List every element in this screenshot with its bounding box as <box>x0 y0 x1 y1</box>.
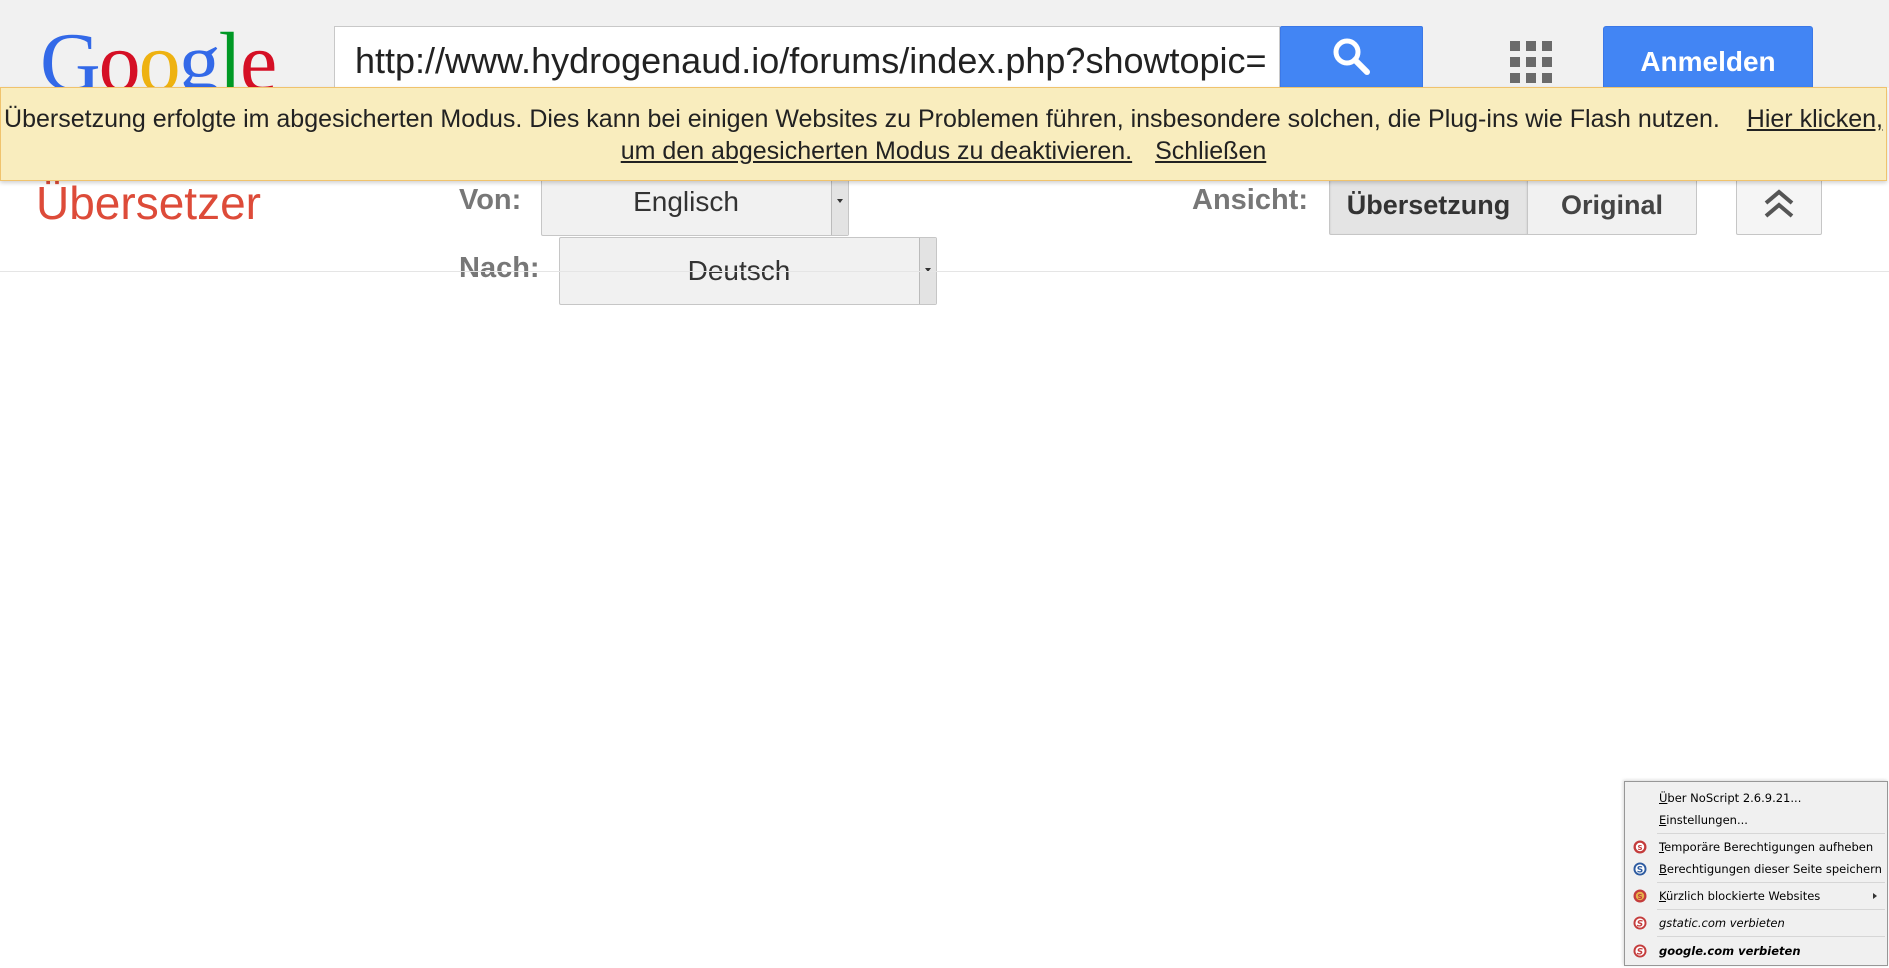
noscript-context-menu: Über NoScript 2.6.9.21... Einstellungen.… <box>1624 781 1888 966</box>
menu-item-label: gstatic.com verbieten <box>1659 916 1785 930</box>
safe-mode-infobar: Übersetzung erfolgte im abgesicherten Mo… <box>0 87 1887 181</box>
menu-item-forbid-google[interactable]: S google.com verbieten <box>1625 940 1887 962</box>
menu-item-label: Kürzlich blockierte Websites <box>1659 889 1821 903</box>
view-translation-button[interactable]: Übersetzung <box>1329 175 1528 235</box>
infobar-message: Übersetzung erfolgte im abgesicherten Mo… <box>4 105 1720 133</box>
header-divider <box>0 271 1889 272</box>
noscript-recent-icon: S <box>1633 889 1647 903</box>
menu-item-label: Einstellungen... <box>1659 813 1748 827</box>
collapse-header-button[interactable] <box>1736 175 1822 235</box>
signin-button[interactable]: Anmelden <box>1603 26 1813 96</box>
menu-item-label: Temporäre Berechtigungen aufheben <box>1659 840 1874 854</box>
to-label: Nach: <box>459 252 540 284</box>
menu-separator <box>1657 909 1885 910</box>
menu-item-label: Über NoScript 2.6.9.21... <box>1659 791 1802 805</box>
svg-text:S: S <box>1637 844 1642 852</box>
url-input-value: http://www.hydrogenaud.io/forums/index.p… <box>355 40 1267 81</box>
page-title: Übersetzer <box>36 177 261 229</box>
svg-text:S: S <box>1637 866 1643 876</box>
apps-grid-icon[interactable] <box>1510 41 1552 83</box>
menu-separator <box>1657 936 1885 937</box>
close-infobar-link[interactable]: Schließen <box>1155 137 1266 165</box>
search-icon <box>1333 38 1370 75</box>
svg-text:S: S <box>1637 920 1643 930</box>
noscript-forbid-icon: S <box>1633 916 1647 930</box>
menu-separator <box>1657 882 1885 883</box>
menu-item-about-noscript[interactable]: Über NoScript 2.6.9.21... <box>1625 787 1887 809</box>
noscript-forbid-icon: S <box>1633 944 1647 958</box>
menu-item-label: google.com verbieten <box>1659 944 1801 958</box>
menu-item-settings[interactable]: Einstellungen... <box>1625 809 1887 831</box>
from-label: Von: <box>459 184 522 216</box>
menu-item-revoke-temporary[interactable]: S Temporäre Berechtigungen aufheben <box>1625 836 1887 858</box>
url-input[interactable]: http://www.hydrogenaud.io/forums/index.p… <box>334 26 1280 96</box>
search-button[interactable] <box>1280 26 1423 96</box>
svg-text:S: S <box>1637 893 1642 901</box>
double-chevron-up-icon <box>1764 189 1794 218</box>
menu-item-forbid-gstatic[interactable]: S gstatic.com verbieten <box>1625 912 1887 934</box>
noscript-save-icon: S <box>1633 862 1647 876</box>
svg-text:S: S <box>1637 948 1643 958</box>
menu-item-recently-blocked[interactable]: S Kürzlich blockierte Websites <box>1625 885 1887 907</box>
top-header: Google http://www.hydrogenaud.io/forums/… <box>0 0 1889 108</box>
menu-item-save-permissions[interactable]: S Berechtigungen dieser Seite speichern <box>1625 858 1887 880</box>
noscript-revoke-icon: S <box>1633 840 1647 854</box>
view-label: Ansicht: <box>1192 184 1308 216</box>
menu-item-label: Berechtigungen dieser Seite speichern <box>1659 862 1882 876</box>
menu-separator <box>1657 833 1885 834</box>
view-original-button[interactable]: Original <box>1527 175 1697 235</box>
submenu-arrow-icon <box>1873 893 1877 899</box>
